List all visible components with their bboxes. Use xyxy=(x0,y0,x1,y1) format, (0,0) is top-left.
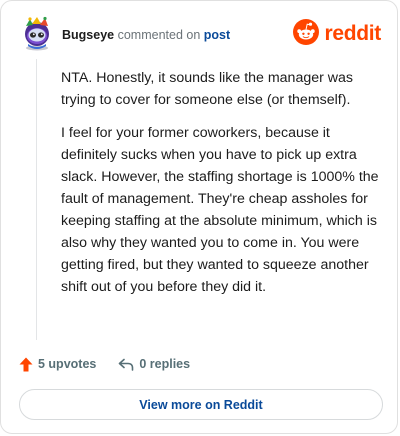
comment-body: NTA. Honestly, it sounds like the manage… xyxy=(61,67,381,309)
upvote-button[interactable]: 5 upvotes xyxy=(19,357,96,372)
comment-footer: 5 upvotes 0 replies xyxy=(19,353,190,375)
comment-header: Bugseye commented on post reddit xyxy=(21,15,383,55)
username[interactable]: Bugseye xyxy=(62,28,114,42)
comment-paragraph-2: I feel for your former coworkers, becaus… xyxy=(61,125,379,295)
reddit-snoo-icon xyxy=(293,18,320,50)
action-text: commented on xyxy=(117,28,201,42)
view-more-button[interactable]: View more on Reddit xyxy=(19,389,383,420)
upvote-count: 5 upvotes xyxy=(38,357,97,371)
reddit-wordmark: reddit xyxy=(324,22,381,45)
reply-arrow-icon xyxy=(118,358,134,371)
snoo-avatar-icon[interactable] xyxy=(21,15,53,51)
thread-line xyxy=(36,59,37,340)
post-link[interactable]: post xyxy=(204,28,230,42)
reply-button[interactable]: 0 replies xyxy=(118,357,190,371)
reddit-logo[interactable]: reddit xyxy=(293,18,381,50)
upvote-arrow-icon xyxy=(19,357,33,372)
reddit-comment-embed: Bugseye commented on post reddit NTA. Ho… xyxy=(0,0,398,434)
reply-count: 0 replies xyxy=(139,357,191,371)
comment-byline: Bugseye commented on post xyxy=(62,28,230,42)
comment-paragraph-1: NTA. Honestly, it sounds like the manage… xyxy=(61,70,354,108)
